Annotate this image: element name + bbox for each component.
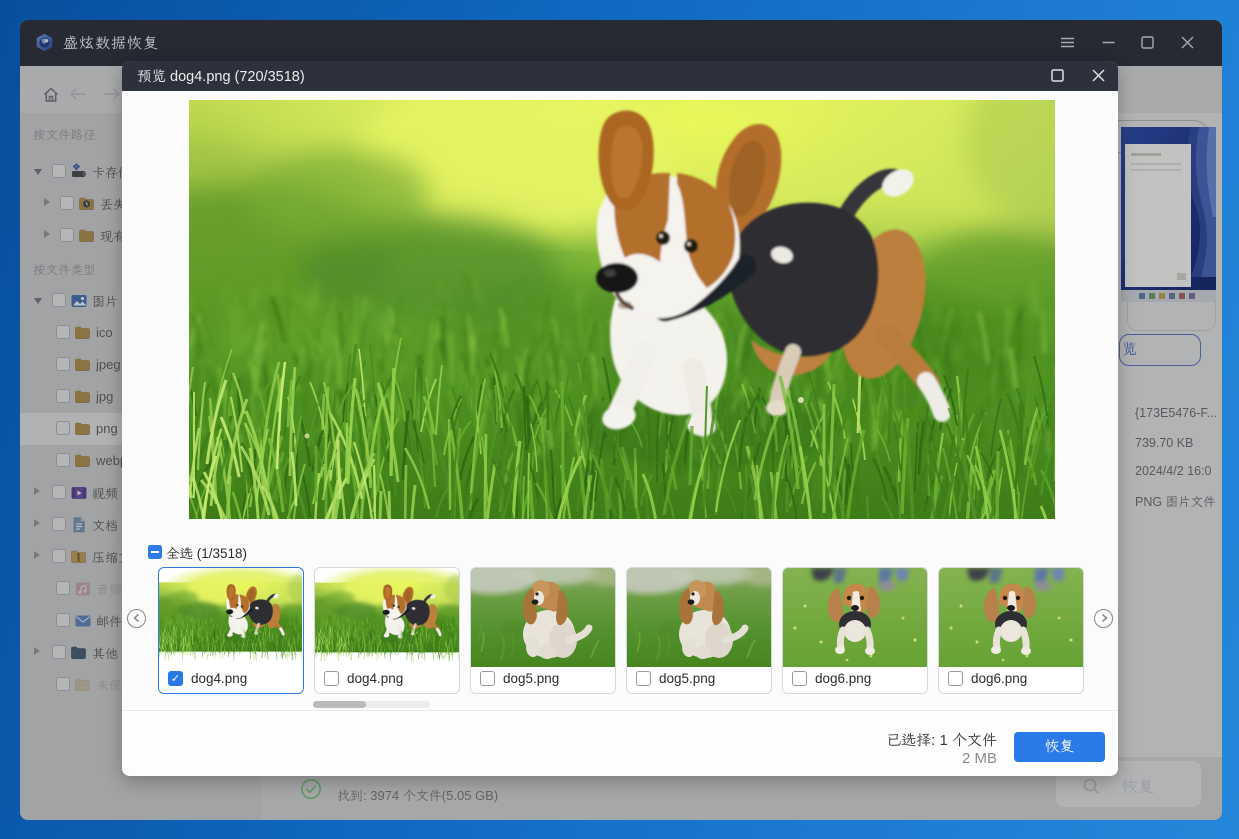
svg-text:?: ? bbox=[84, 685, 87, 691]
